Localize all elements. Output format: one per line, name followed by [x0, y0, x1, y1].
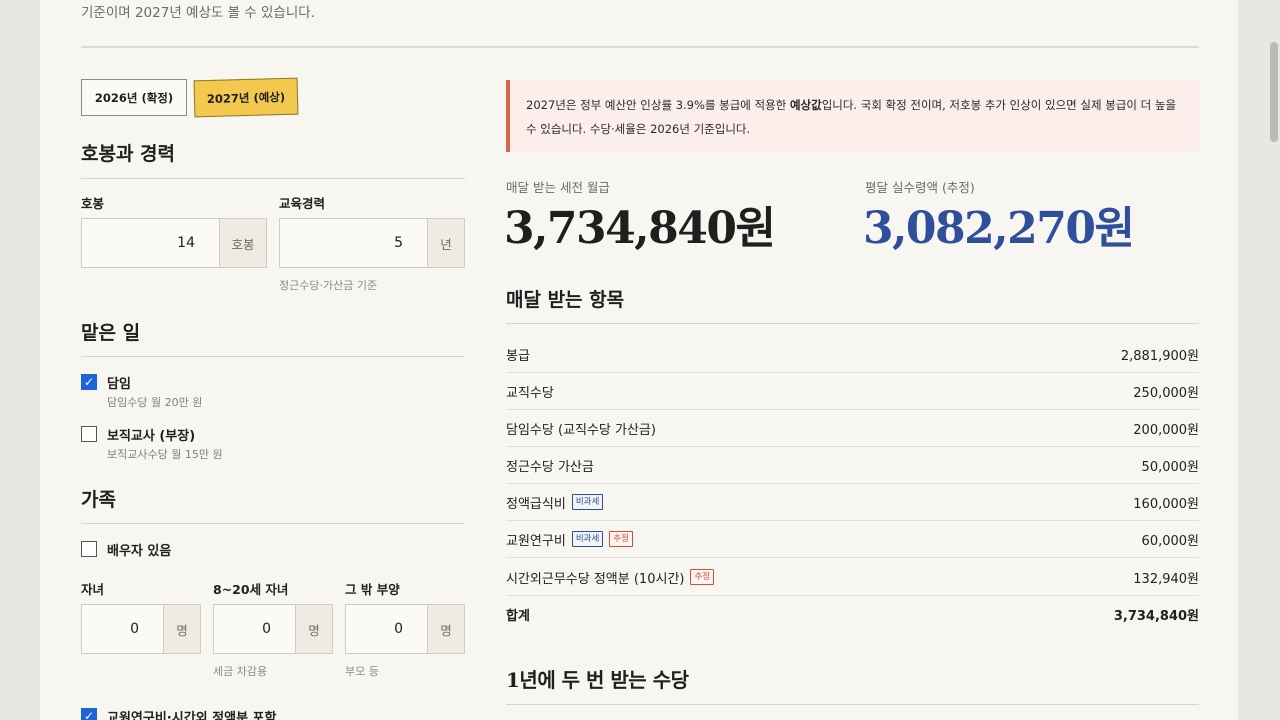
row-amount: 200,000원 [1133, 422, 1199, 438]
head-teacher-sub: 보직교사수당 월 15만 원 [107, 448, 223, 461]
children-label: 자녀 [81, 582, 105, 597]
spouse-checkbox[interactable] [81, 541, 97, 557]
other-dependents-stepper: 0 명 [345, 604, 465, 654]
divider [81, 523, 465, 524]
head-teacher-label[interactable]: 보직교사 (부장) [107, 425, 195, 444]
row-amount: 250,000원 [1133, 385, 1199, 401]
row-name-wrap: 정액급식비 비과세 [506, 493, 604, 512]
checkmark-icon: ✓ [83, 709, 95, 720]
estimate-badge: 추정 [609, 531, 633, 547]
table-row: 교원연구비 비과세 추정 60,000원 [506, 521, 1199, 558]
table-row: 시간외근무수당 정액분 (10시간) 추정 132,940원 [506, 559, 1199, 596]
divider [506, 323, 1199, 324]
head-teacher-checkbox[interactable] [81, 426, 97, 442]
twice-yearly-title: 1년에 두 번 받는 수당 [506, 668, 689, 692]
divider [81, 178, 465, 179]
section-title-career: 호봉과 경력 [81, 143, 176, 165]
other-dependents-label: 그 밖 부양 [345, 582, 400, 597]
include-extra-label[interactable]: 교원연구비·시간외 정액분 포함 [107, 707, 276, 720]
spouse-label[interactable]: 배우자 있음 [107, 540, 171, 559]
children-unit: 명 [163, 605, 200, 653]
estimate-notice: 2027년은 정부 예산안 인상률 3.9%를 봉급에 적용한 예상값입니다. … [506, 80, 1199, 152]
row-name: 정근수당 가산금 [506, 459, 594, 475]
children-input[interactable]: 0 [82, 605, 163, 653]
row-amount: 60,000원 [1141, 533, 1199, 549]
homeroom-checkbox[interactable]: ✓ [81, 374, 97, 390]
other-dependents-input[interactable]: 0 [346, 605, 427, 653]
table-row: 정액급식비 비과세 160,000원 [506, 484, 1199, 521]
table-row: 교직수당 250,000원 [506, 373, 1199, 410]
step-unit: 호봉 [219, 219, 266, 267]
step-label: 호봉 [81, 196, 105, 211]
tab-2026-confirmed[interactable]: 2026년 (확정) [81, 79, 187, 116]
tax-free-badge: 비과세 [571, 494, 604, 510]
total-amount: 3,734,840원 [1113, 609, 1199, 624]
row-amount: 50,000원 [1141, 459, 1199, 475]
row-name-wrap: 교원연구비 비과세 추정 [506, 530, 633, 549]
other-dependents-hint: 부모 등 [345, 665, 379, 678]
step-input[interactable]: 14 [82, 219, 219, 267]
row-amount: 132,940원 [1133, 571, 1199, 587]
row-amount: 160,000원 [1133, 496, 1199, 512]
teen-children-hint: 세금 차감용 [213, 665, 268, 678]
row-name: 교직수당 [506, 385, 554, 401]
estimate-badge: 추정 [690, 569, 715, 585]
homeroom-label[interactable]: 담임 [107, 373, 131, 392]
teen-children-input[interactable]: 0 [214, 605, 295, 653]
section-title-family: 가족 [81, 489, 116, 511]
notice-text-bold: 예상값 [789, 98, 822, 112]
monthly-items-title: 매달 받는 항목 [506, 289, 625, 311]
edu-career-label: 교육경력 [279, 196, 326, 211]
tab-2027-estimate[interactable]: 2027년 (예상) [193, 77, 299, 118]
divider [81, 46, 1199, 48]
total-row: 합계 3,734,840원 [506, 596, 1199, 633]
row-name: 교원연구비 [506, 533, 566, 549]
row-name: 봉급 [506, 348, 530, 364]
teen-children-unit: 명 [295, 605, 332, 653]
homeroom-sub: 담임수당 월 20만 원 [107, 396, 203, 409]
notice-text-pre: 2027년은 정부 예산안 인상률 3.9%를 봉급에 적용한 [526, 98, 790, 112]
row-name: 시간외근무수당 정액분 (10시간) [506, 571, 685, 587]
divider [81, 356, 465, 357]
section-title-duties: 맡은 일 [81, 322, 141, 344]
edu-career-hint: 정근수당·가산금 기준 [279, 279, 378, 292]
scrollbar[interactable] [1268, 0, 1280, 720]
row-name: 정액급식비 [506, 496, 566, 512]
edu-career-unit: 년 [427, 219, 464, 267]
other-dependents-unit: 명 [427, 605, 464, 653]
teen-children-stepper: 0 명 [213, 604, 333, 654]
include-extra-checkbox[interactable]: ✓ [81, 708, 97, 720]
net-salary-value: 3,082,270원 [863, 203, 1135, 254]
table-row: 담임수당 (교직수당 가산금) 200,000원 [506, 410, 1199, 447]
row-amount: 2,881,900원 [1120, 348, 1199, 364]
edu-career-stepper: 5 년 [279, 218, 465, 268]
row-name: 담임수당 (교직수당 가산금) [506, 422, 656, 438]
scrollbar-thumb[interactable] [1270, 42, 1278, 142]
calculator-page: 기준이며 2027년 예상도 볼 수 있습니다. 2026년 (확정) 2027… [40, 0, 1238, 720]
tax-free-badge: 비과세 [571, 531, 604, 547]
intro-text: 기준이며 2027년 예상도 볼 수 있습니다. [81, 5, 315, 21]
gross-salary-value: 3,734,840원 [504, 203, 776, 254]
edu-career-input[interactable]: 5 [280, 219, 427, 267]
table-row: 봉급 2,881,900원 [506, 336, 1199, 373]
total-label: 합계 [506, 609, 530, 624]
step-stepper: 14 호봉 [81, 218, 267, 268]
row-name-wrap: 시간외근무수당 정액분 (10시간) 추정 [506, 568, 715, 587]
children-stepper: 0 명 [81, 604, 201, 654]
divider [506, 704, 1199, 705]
table-row: 정근수당 가산금 50,000원 [506, 447, 1199, 484]
checkmark-icon: ✓ [83, 375, 95, 389]
teen-children-label: 8~20세 자녀 [213, 582, 289, 597]
